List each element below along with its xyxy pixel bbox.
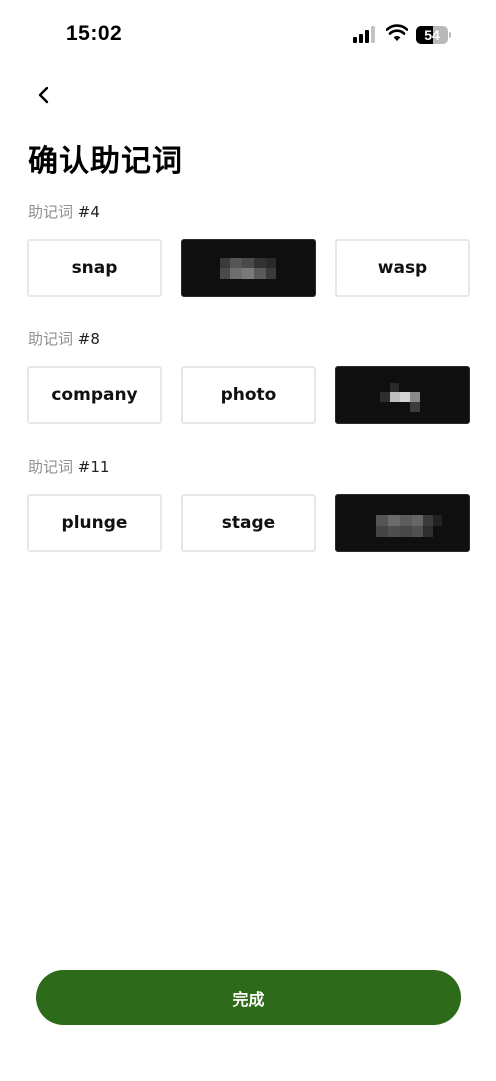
cellular-signal-icon	[353, 26, 377, 43]
word-options-row-11: plunge stage	[27, 494, 470, 552]
word-option-selected-hidden[interactable]	[335, 366, 470, 424]
mnemonic-label-prefix: 助记词	[28, 458, 74, 476]
confirm-mnemonic-screen: 15:02 54 确认助记词 助记词 #4 snap wasp 助记词 #8 c…	[0, 0, 496, 1081]
mnemonic-label-number: #8	[77, 330, 100, 348]
back-button[interactable]	[28, 80, 60, 110]
status-time: 15:02	[66, 22, 123, 45]
mnemonic-label-11: 助记词 #11	[28, 456, 109, 477]
chevron-left-icon	[38, 86, 49, 104]
battery-icon: 54	[416, 26, 448, 44]
wifi-icon	[386, 24, 408, 41]
mnemonic-label-4: 助记词 #4	[28, 201, 100, 222]
word-options-row-4: snap wasp	[27, 239, 470, 297]
word-option-photo[interactable]: photo	[181, 366, 316, 424]
mnemonic-label-number: #11	[77, 458, 110, 476]
battery-cap	[449, 32, 451, 38]
done-button[interactable]: 完成	[36, 970, 461, 1025]
word-options-row-8: company photo	[27, 366, 470, 424]
word-option-selected-hidden[interactable]	[335, 494, 470, 552]
word-option-snap[interactable]: snap	[27, 239, 162, 297]
word-option-stage[interactable]: stage	[181, 494, 316, 552]
battery-level: 54	[424, 27, 440, 43]
mnemonic-label-8: 助记词 #8	[28, 328, 100, 349]
page-title: 确认助记词	[28, 144, 183, 179]
word-option-wasp[interactable]: wasp	[335, 239, 470, 297]
word-option-company[interactable]: company	[27, 366, 162, 424]
mnemonic-label-prefix: 助记词	[28, 330, 74, 348]
mnemonic-label-prefix: 助记词	[28, 203, 74, 221]
word-option-plunge[interactable]: plunge	[27, 494, 162, 552]
mnemonic-label-number: #4	[77, 203, 100, 221]
word-option-selected-hidden[interactable]	[181, 239, 316, 297]
